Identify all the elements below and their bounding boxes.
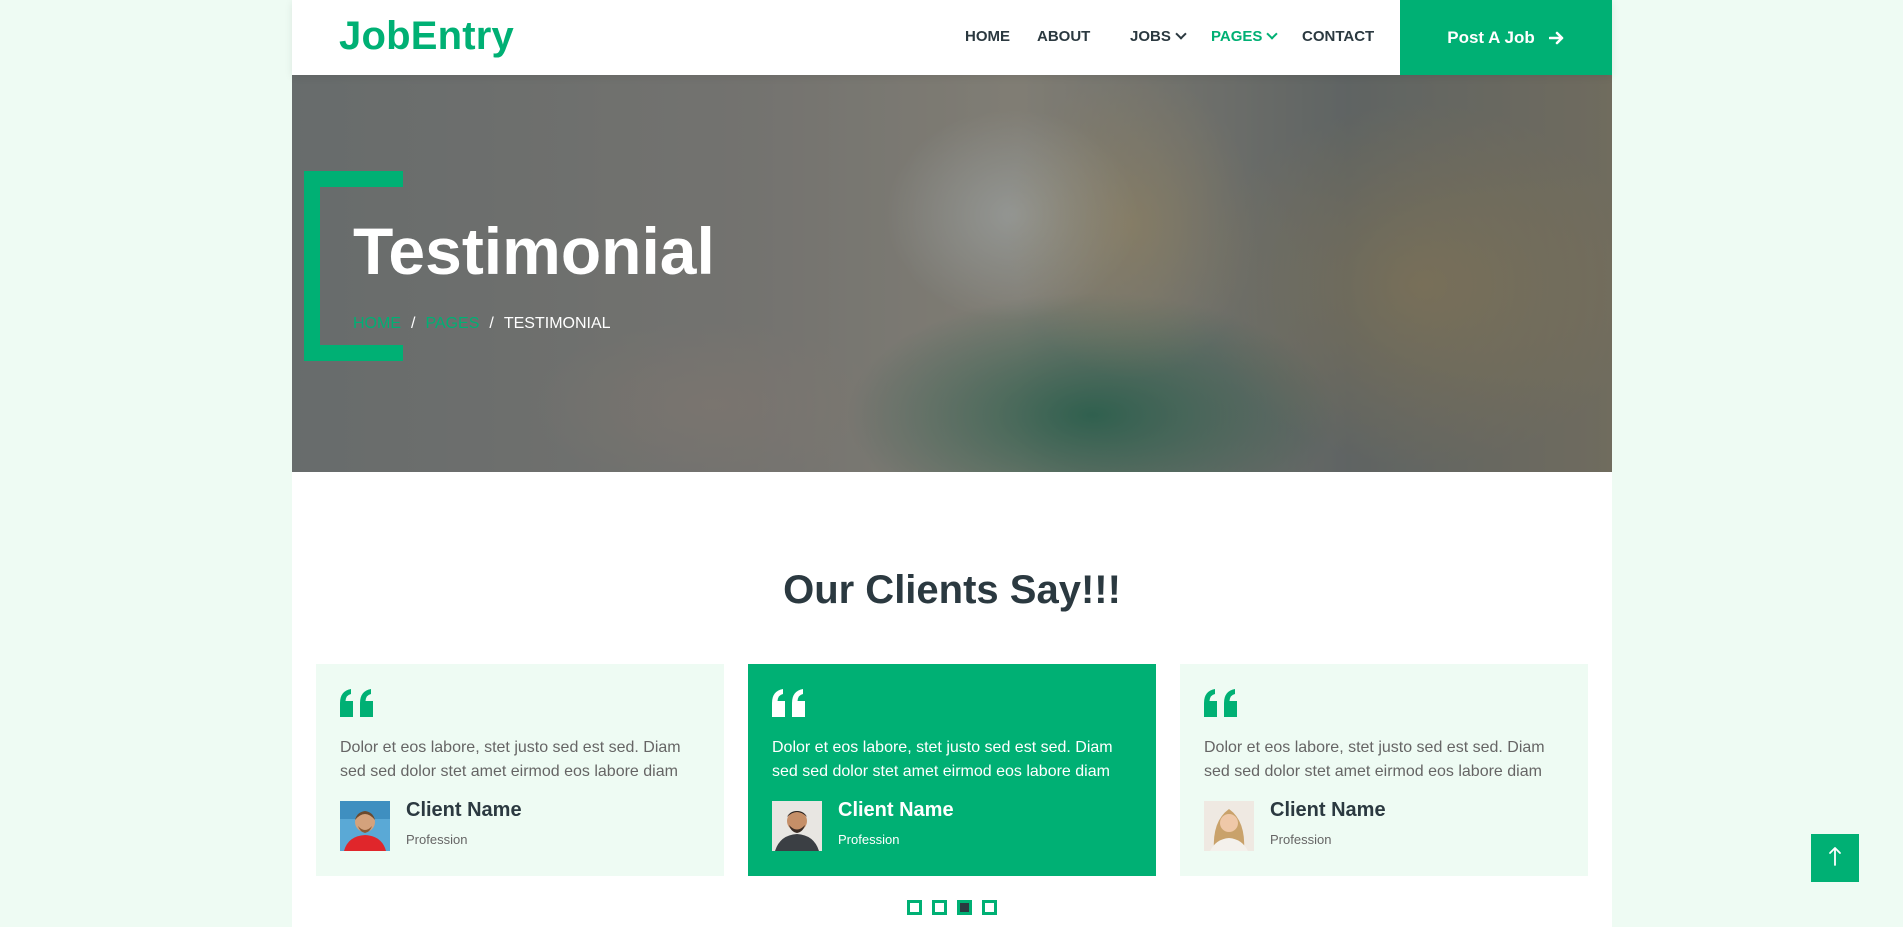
testimonial-card[interactable]: Dolor et eos labore, stet justo sed est … — [316, 664, 724, 876]
testimonial-text: Dolor et eos labore, stet justo sed est … — [1204, 739, 1545, 780]
client-name: Client Name — [1270, 799, 1386, 821]
nav-item-jobs[interactable]: Jobs — [1130, 28, 1187, 45]
back-to-top-button[interactable] — [1811, 834, 1859, 882]
client-name: Client Name — [406, 799, 522, 821]
client-profession: Profession — [838, 832, 900, 847]
page-header-hero: Testimonial HOME / PAGES / TESTIMONIAL — [292, 75, 1612, 472]
page-title: Testimonial — [353, 214, 715, 288]
testimonial-text: Dolor et eos labore, stet justo sed est … — [340, 739, 681, 780]
avatar — [772, 801, 822, 851]
breadcrumb-pages[interactable]: PAGES — [425, 315, 479, 333]
nav-item-about[interactable]: About — [1037, 28, 1090, 45]
brand-logo[interactable]: JobEntry — [339, 14, 514, 59]
client-profession: Profession — [1270, 832, 1332, 847]
avatar — [340, 801, 390, 851]
post-job-label: Post A Job — [1447, 27, 1535, 47]
testimonial-card[interactable]: Dolor et eos labore, stet justo sed est … — [748, 664, 1156, 876]
testimonial-text: Dolor et eos labore, stet justo sed est … — [772, 739, 1113, 780]
chevron-down-icon — [1175, 28, 1187, 40]
carousel-dot[interactable] — [932, 900, 947, 915]
arrow-right-icon — [1548, 31, 1565, 45]
breadcrumb-current: TESTIMONIAL — [503, 315, 611, 332]
breadcrumb-home[interactable]: HOME — [353, 315, 401, 333]
carousel-dot[interactable] — [982, 900, 997, 915]
post-job-button[interactable]: Post A Job — [1400, 0, 1612, 75]
carousel-dots — [292, 900, 1612, 915]
quote-left-icon — [340, 689, 373, 722]
client-profession: Profession — [406, 832, 468, 847]
nav-item-pages[interactable]: Pages — [1211, 28, 1279, 45]
nav-item-label: Pages — [1211, 28, 1263, 45]
carousel-dot[interactable] — [907, 900, 922, 915]
breadcrumb: HOME / PAGES / TESTIMONIAL — [353, 315, 611, 333]
quote-left-icon — [772, 689, 805, 722]
nav-item-label: Jobs — [1130, 28, 1171, 45]
avatar — [1204, 801, 1254, 851]
page-container: JobEntry Home About Jobs Pages Contact P… — [292, 0, 1612, 927]
section-title: Our Clients Say!!! — [783, 568, 1121, 612]
client-name: Client Name — [838, 799, 954, 821]
nav-item-contact[interactable]: Contact — [1302, 28, 1374, 45]
carousel-dot-active[interactable] — [957, 900, 972, 915]
quote-left-icon — [1204, 689, 1237, 722]
chevron-down-icon — [1266, 28, 1279, 40]
nav-item-label: About — [1037, 28, 1091, 45]
navbar: JobEntry Home About Jobs Pages Contact P… — [292, 0, 1612, 75]
testimonial-card[interactable]: Dolor et eos labore, stet justo sed est … — [1180, 664, 1588, 876]
breadcrumb-separator: / — [489, 315, 494, 332]
arrow-up-icon — [1828, 846, 1842, 871]
nav-item-label: Home — [965, 28, 1010, 45]
nav-item-label: Contact — [1302, 28, 1375, 45]
breadcrumb-separator: / — [411, 315, 416, 332]
nav-item-home[interactable]: Home — [965, 28, 1010, 45]
